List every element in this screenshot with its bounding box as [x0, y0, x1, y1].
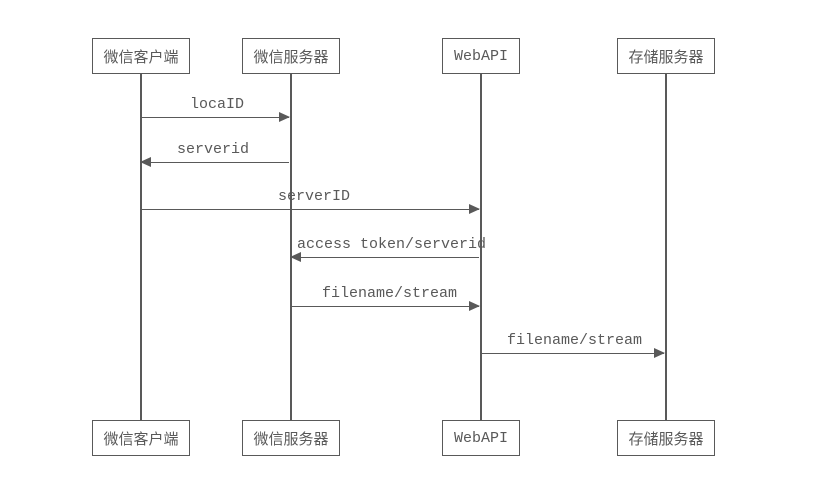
message-label-m3: serverID: [278, 188, 350, 205]
message-arrow-m3: [141, 209, 479, 210]
participant-top-p2: 微信服务器: [242, 38, 340, 74]
message-label-m1: locaID: [190, 96, 244, 113]
lifeline-p2: [290, 74, 292, 420]
sequence-diagram: 微信客户端 微信服务器 WebAPI 存储服务器 微信客户端 微信服务器 Web…: [0, 0, 825, 504]
participant-top-p4: 存储服务器: [617, 38, 715, 74]
participant-bottom-p3: WebAPI: [442, 420, 520, 456]
participant-top-p3: WebAPI: [442, 38, 520, 74]
message-arrow-m2: [141, 162, 289, 163]
participant-bottom-p4: 存储服务器: [617, 420, 715, 456]
message-arrow-m5: [291, 306, 479, 307]
message-label-m4: access token/serverid: [297, 236, 486, 253]
lifeline-p4: [665, 74, 667, 420]
message-arrow-m6: [481, 353, 664, 354]
message-label-m6: filename/stream: [507, 332, 642, 349]
participant-top-p1: 微信客户端: [92, 38, 190, 74]
participant-bottom-p1: 微信客户端: [92, 420, 190, 456]
lifeline-p1: [140, 74, 142, 420]
message-arrow-m4: [291, 257, 479, 258]
message-arrow-m1: [141, 117, 289, 118]
message-label-m2: serverid: [177, 141, 249, 158]
message-label-m5: filename/stream: [322, 285, 457, 302]
participant-bottom-p2: 微信服务器: [242, 420, 340, 456]
